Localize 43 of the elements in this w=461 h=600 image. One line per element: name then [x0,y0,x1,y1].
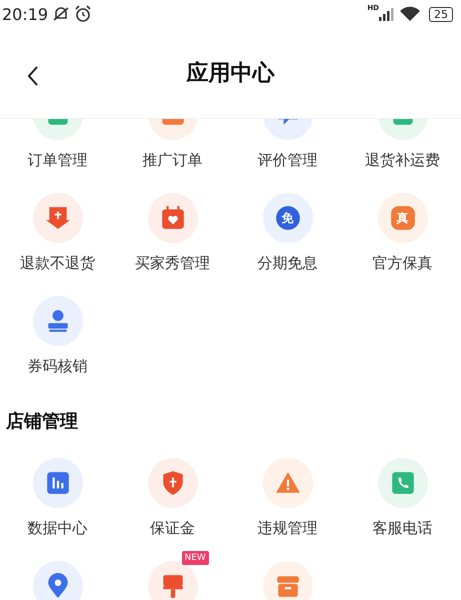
alarm-clock-icon [74,5,92,23]
app-label: 官方保真 [372,253,432,273]
section-title: 店铺管理 [6,410,79,434]
icon-glyph: 免 [282,210,294,226]
calendar-heart-icon [160,205,186,231]
app-label: 评价管理 [258,150,318,170]
app-label: 券码核销 [28,356,88,376]
phone-icon [390,470,416,496]
back-icon[interactable] [26,65,40,87]
app-tile[interactable] [32,193,82,243]
app-tile[interactable]: 免 [262,193,312,243]
glyph-badge-icon [390,205,416,231]
battery-icon: 25 [429,6,453,22]
app-label: 分期免息 [258,253,318,273]
icon-glyph: 真 [396,210,408,226]
app-tile[interactable] [262,561,312,600]
app-tile[interactable] [148,561,198,600]
glyph-badge-icon [274,205,300,231]
page-title: 应用中心 [186,60,274,88]
app-tile[interactable] [32,458,82,508]
new-badge: NEW [182,551,209,565]
app-label: 推广订单 [142,150,202,170]
signal-icon [379,7,395,21]
app-tile[interactable] [32,561,82,600]
app-tile[interactable] [32,296,82,346]
warning-icon [274,470,300,496]
app-label: 退货补运费 [365,150,440,170]
app-tile[interactable]: 真 [378,193,428,243]
app-label: 退款不退货 [20,253,95,273]
app-label: 订单管理 [28,150,88,170]
app-tile[interactable] [378,458,428,508]
app-tile[interactable] [262,458,312,508]
download-icon [44,205,70,231]
status-time: 20:19 [2,4,48,24]
app-label: 违规管理 [258,518,318,538]
app-label: 买家秀管理 [135,253,210,273]
app-label: 客服电话 [372,518,432,538]
bar-chart-icon [44,470,70,496]
wifi-icon [399,6,421,22]
app-label: 保证金 [150,518,195,538]
app-label: 数据中心 [28,518,88,538]
app-tile[interactable] [148,458,198,508]
app-tile[interactable] [148,193,198,243]
